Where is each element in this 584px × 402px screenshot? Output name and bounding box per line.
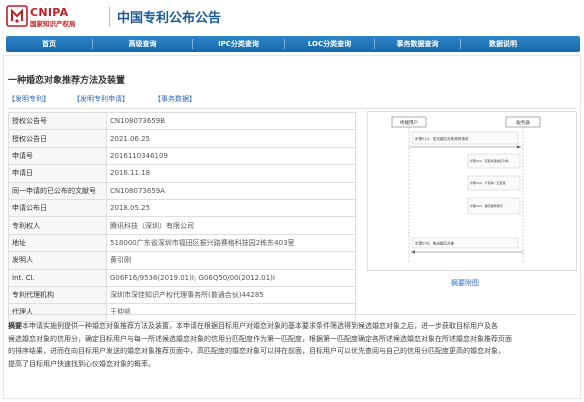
abstract-line: 摘要本申请实施例提供一种婚恋对象推荐方法及装置，本申请在根据目标用户对婚恋对象的… bbox=[8, 320, 576, 333]
abstract-section: 摘要本申请实施例提供一种婚恋对象推荐方法及装置，本申请在根据目标用户对婚恋对象的… bbox=[8, 320, 576, 370]
cnipa-emblem-icon bbox=[6, 5, 28, 27]
field-label: 同一申请的已公布的文献号 bbox=[8, 181, 107, 200]
table-row: 专利权人 腾讯科技（深圳）有限公司 bbox=[8, 216, 356, 235]
abstract-line: 候选婚恋对象的信用分，确定目标用户与每一所述候选婚恋对象的信用分匹配度作为第一匹… bbox=[8, 334, 512, 343]
field-label: 专利权人 bbox=[8, 216, 107, 235]
field-value: G06F16/9536(2019.01)I; G06Q50/00(2012.01… bbox=[106, 268, 356, 287]
header-divider bbox=[109, 7, 110, 27]
nav-item-data-notes[interactable]: 数据说明 bbox=[461, 36, 545, 52]
field-value: 2016.11.18 bbox=[106, 164, 356, 183]
abstract-line: 的排序结果，进而在向目标用户发送的婚恋对象推荐页面中，高匹配度的婚恋对象可以排在… bbox=[8, 347, 505, 355]
tabs-divider bbox=[8, 108, 576, 109]
table-row: 授权公告日 2021.06.25 bbox=[8, 129, 356, 148]
abstract-drawing[interactable]: 终端用户 服务器 步骤S10、发送婚恋对象推荐请求 步骤S20、获取候选婚恋对象… bbox=[367, 111, 577, 271]
field-value: CN108073659A bbox=[106, 181, 356, 200]
field-label: 地址 bbox=[8, 233, 107, 253]
field-label: 发明人 bbox=[8, 251, 107, 270]
field-value: 深圳市深佳知识产权代理事务所(普通合伙)44285 bbox=[106, 285, 356, 305]
abstract-text: 本申请实施例提供一种婚恋对象推荐方法及装置，本申请在根据目标用户对婚恋对象的基本… bbox=[22, 322, 498, 330]
step-text: 步骤S10、发送婚恋对象推荐请求 bbox=[415, 136, 469, 141]
sequence-diagram: 终端用户 服务器 步骤S10、发送婚恋对象推荐请求 步骤S20、获取候选婚恋对象… bbox=[391, 116, 541, 262]
field-value: 腾讯科技（深圳）有限公司 bbox=[106, 216, 356, 235]
abstract-label: 摘要 bbox=[8, 322, 22, 330]
field-label: 授权公告号 bbox=[8, 111, 107, 131]
nav-item-home[interactable]: 首页 bbox=[6, 36, 92, 52]
arrow-head-icon bbox=[517, 145, 521, 149]
field-label: 申请日 bbox=[8, 164, 107, 183]
table-row: 代理人 王仲凯 bbox=[8, 303, 356, 322]
table-row: 同一申请的已公布的文献号 CN108073659A bbox=[8, 181, 356, 200]
field-label: 授权公告日 bbox=[8, 129, 107, 148]
abstract-line: 提高了目标用户快速找到心仪婚恋对象的概率。 bbox=[8, 359, 155, 368]
table-row: 地址 518000广东省深圳市福田区振兴路赛格科技园2栋东403室 bbox=[8, 233, 356, 253]
logo-text-cn: 国家知识产权局 bbox=[30, 20, 76, 28]
field-value: 黄引刚 bbox=[106, 251, 356, 270]
step-text: 步骤S50、推送婚恋对象 bbox=[415, 241, 455, 246]
participant-server-label: 服务器 bbox=[516, 119, 530, 126]
field-label: 申请号 bbox=[8, 146, 107, 166]
field-label: 代理人 bbox=[8, 303, 107, 322]
tab-transaction-data[interactable]: 【事务数据】 bbox=[154, 94, 196, 104]
field-value: 518000广东省深圳市福田区振兴路赛格科技园2栋东403室 bbox=[106, 233, 356, 253]
nav-item-transaction-search[interactable]: 事务数据查询 bbox=[375, 36, 460, 52]
nav-item-ipc-search[interactable]: IPC分类查询 bbox=[193, 36, 284, 52]
table-row: 发明人 黄引刚 bbox=[8, 251, 356, 270]
table-row: 申请日 2016.11.18 bbox=[8, 164, 356, 183]
main-nav: 首页 高级查询 IPC分类查询 LOC分类查询 事务数据查询 数据说明 bbox=[6, 36, 580, 52]
tab-invention-application[interactable]: 【发明专利申请】 bbox=[73, 94, 129, 104]
table-row: Int. Cl. G06F16/9536(2019.01)I; G06Q50/0… bbox=[8, 268, 356, 287]
abstract-divider bbox=[8, 314, 576, 315]
tab-invention-patent[interactable]: 【发明专利】 bbox=[8, 94, 50, 104]
step-text: 步骤S40、确定推荐顺序 bbox=[470, 203, 503, 208]
table-row: 专利代理机构 深圳市深佳知识产权代理事务所(普通合伙)44285 bbox=[8, 285, 356, 305]
table-row: 授权公告号 CN108073659B bbox=[8, 111, 356, 131]
field-value: 2021.06.25 bbox=[106, 129, 356, 148]
field-label: 申请公布日 bbox=[8, 198, 107, 218]
field-value: 2018.05.25 bbox=[106, 198, 356, 218]
site-title: 中国专利公布公告 bbox=[117, 11, 222, 26]
table-row: 申请公布日 2018.05.25 bbox=[8, 198, 356, 218]
drawing-caption-link[interactable]: 摘要附图 bbox=[451, 278, 479, 288]
participant-user-label: 终端用户 bbox=[400, 119, 418, 126]
step-text: 步骤S20、获取候选婚恋对象 bbox=[470, 158, 509, 163]
patent-info-table: 授权公告号 CN108073659B 授权公告日 2021.06.25 申请号 … bbox=[8, 111, 356, 322]
field-value: CN108073659B bbox=[106, 111, 356, 131]
field-value: 王仲凯 bbox=[106, 303, 356, 322]
step-text: 步骤S30、计算第一匹配度 bbox=[470, 180, 506, 185]
field-label: Int. Cl. bbox=[8, 268, 107, 287]
table-row: 申请号 2016110346109 bbox=[8, 146, 356, 166]
field-value: 2016110346109 bbox=[106, 146, 356, 166]
field-label: 专利代理机构 bbox=[8, 285, 107, 305]
cnipa-logo[interactable]: CNIPA 国家知识产权局 bbox=[6, 5, 106, 29]
nav-item-advanced-search[interactable]: 高级查询 bbox=[93, 36, 192, 52]
arrow-head-icon bbox=[411, 250, 415, 254]
patent-title: 一种婚恋对象推荐方法及装置 bbox=[8, 76, 126, 86]
nav-item-loc-search[interactable]: LOC分类查询 bbox=[285, 36, 374, 52]
site-header: CNIPA 国家知识产权局 中国专利公布公告 bbox=[0, 0, 584, 33]
